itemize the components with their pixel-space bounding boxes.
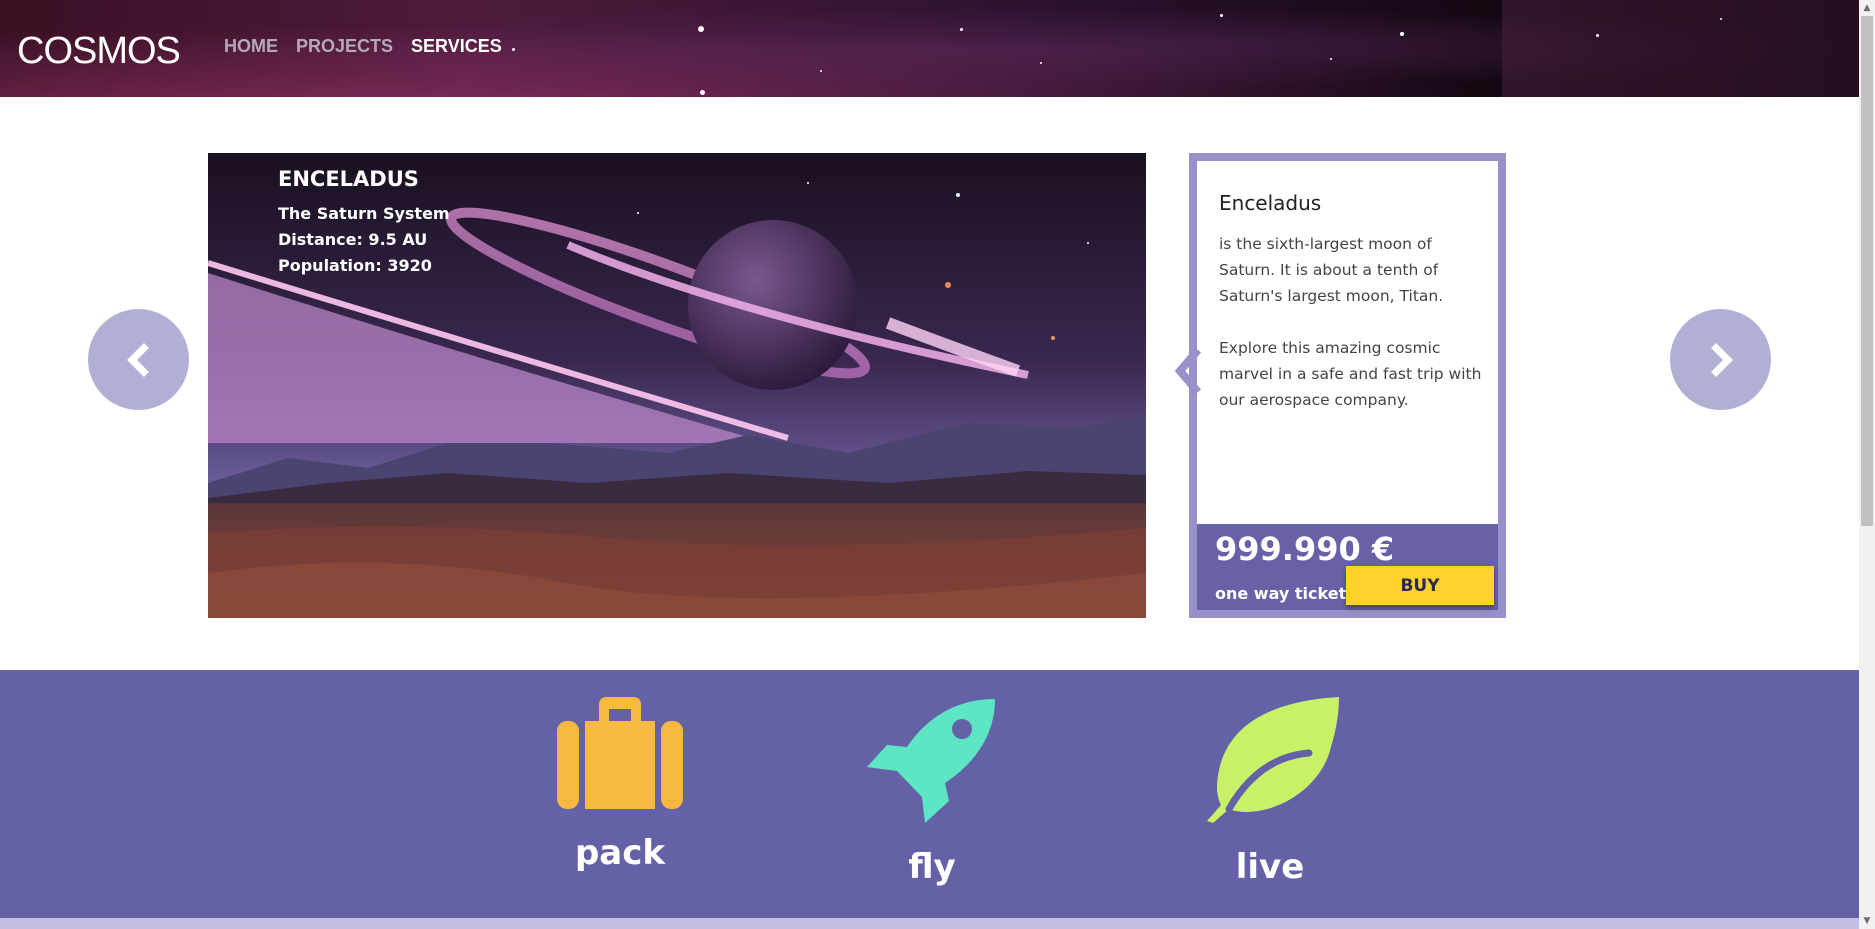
carousel-next-button[interactable] <box>1670 309 1771 410</box>
nav-services[interactable]: SERVICES <box>411 36 502 57</box>
ticket-type-label: one way ticket <box>1215 584 1347 603</box>
card-pointer-chevron-icon <box>1174 347 1202 395</box>
star <box>512 48 515 51</box>
page-scrollbar[interactable]: ▲ ▼ <box>1859 0 1875 929</box>
hero-distance: Distance: 9.5 AU <box>278 230 428 249</box>
chevron-right-icon <box>1710 342 1733 377</box>
section-divider <box>0 918 1859 929</box>
feature-label-pack: pack <box>574 833 666 873</box>
star <box>1596 34 1599 37</box>
star <box>820 70 822 72</box>
site-header: COSMOS HOME PROJECTS SERVICES <box>0 0 1859 97</box>
chevron-left-icon <box>126 342 149 377</box>
card-description: is the sixth-largest moon of Saturn. It … <box>1219 235 1482 409</box>
card-price-bar: 999.990 € one way ticket BUY <box>1197 524 1498 610</box>
site-logo[interactable]: COSMOS <box>17 30 181 73</box>
card-body: Enceladus is the sixth-largest moon of S… <box>1197 161 1498 610</box>
hero-caption: ENCELADUS The Saturn System Distance: 9.… <box>278 167 450 279</box>
feature-label-fly: fly <box>908 847 956 887</box>
card-title: Enceladus <box>1219 191 1322 215</box>
hero-population: Population: 3920 <box>278 256 432 275</box>
scroll-up-arrow-icon[interactable]: ▲ <box>1859 0 1875 16</box>
rocket-icon <box>867 699 995 823</box>
header-dark-panel <box>1502 0 1859 97</box>
star <box>1400 32 1404 36</box>
hero-title: ENCELADUS <box>278 167 419 191</box>
carousel-prev-button[interactable] <box>88 309 189 410</box>
star <box>700 90 705 95</box>
main-nav: HOME PROJECTS SERVICES <box>224 36 502 57</box>
scroll-down-arrow-icon[interactable]: ▼ <box>1859 913 1875 929</box>
star <box>1330 58 1332 60</box>
destination-card: Enceladus is the sixth-largest moon of S… <box>1189 153 1506 618</box>
hero-system: The Saturn System <box>278 204 450 223</box>
star <box>1220 14 1223 17</box>
feature-live: live <box>1190 697 1350 887</box>
star <box>1040 62 1042 64</box>
star <box>960 28 963 31</box>
feature-pack: pack <box>540 697 700 873</box>
nav-projects[interactable]: PROJECTS <box>296 36 393 57</box>
hero-image: ENCELADUS The Saturn System Distance: 9.… <box>208 153 1146 618</box>
feature-fly: fly <box>852 697 1012 887</box>
leaf-icon <box>1207 697 1339 823</box>
features-section: pack fly live <box>0 670 1859 929</box>
star <box>1720 18 1722 20</box>
scrollbar-thumb[interactable] <box>1861 16 1873 526</box>
star <box>698 26 704 32</box>
nav-home[interactable]: HOME <box>224 36 278 57</box>
suitcase-icon <box>557 697 683 809</box>
feature-label-live: live <box>1235 847 1305 887</box>
ticket-price: 999.990 € <box>1215 530 1395 568</box>
buy-button[interactable]: BUY <box>1346 566 1494 605</box>
